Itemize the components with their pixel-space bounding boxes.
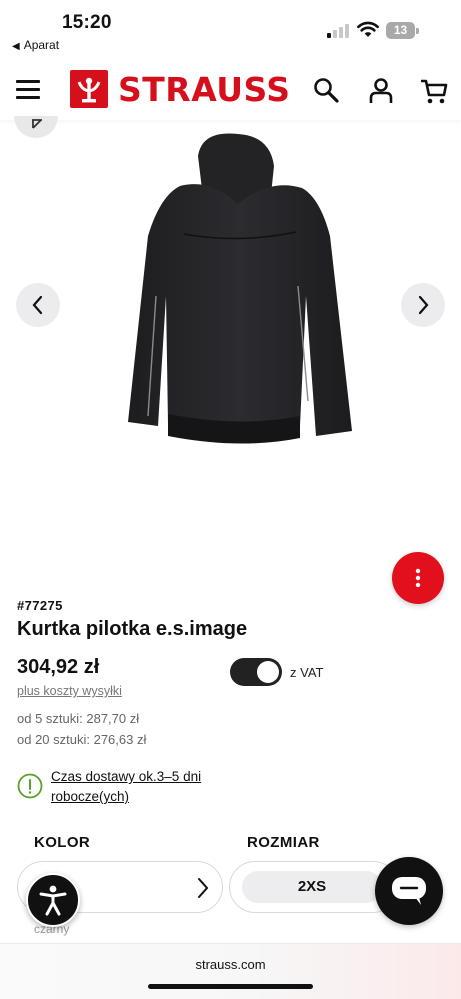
collapse-arrow-icon: [32, 119, 42, 129]
tier-price: od 5 sztuki: 287,70 zł: [17, 711, 140, 726]
cellular-signal-icon: [327, 24, 351, 38]
brand-name: STRAUSS: [118, 69, 291, 109]
accessibility-button[interactable]: [26, 873, 80, 927]
wifi-icon: [357, 21, 379, 37]
gallery-prev-button[interactable]: [16, 283, 60, 327]
chevron-left-icon: [32, 295, 43, 315]
vat-toggle[interactable]: [230, 658, 282, 686]
home-indicator[interactable]: [148, 984, 313, 989]
brand-logo[interactable]: STRAUSS: [70, 69, 291, 109]
product-image: [128, 133, 352, 444]
back-to-app-link[interactable]: ◀ Aparat: [12, 38, 59, 52]
menu-icon[interactable]: [16, 80, 40, 99]
delivery-time-link[interactable]: Czas dostawy ok.3–5 dni robocze(ych): [51, 767, 251, 807]
gallery-next-button[interactable]: [401, 283, 445, 327]
battery-icon: 13: [386, 22, 419, 39]
collapse-gallery-button[interactable]: [14, 116, 58, 138]
chevron-right-icon: [418, 295, 429, 315]
more-options-button[interactable]: [392, 552, 444, 604]
size-select[interactable]: 2XS: [229, 861, 399, 913]
tier-price: od 20 sztuki: 276,63 zł: [17, 732, 147, 747]
cart-icon[interactable]: [419, 76, 449, 106]
site-header: STRAUSS: [0, 58, 461, 120]
selected-size[interactable]: 2XS: [242, 871, 382, 903]
back-app-label: Aparat: [23, 38, 60, 52]
shipping-costs-link[interactable]: plus koszty wysyłki: [17, 684, 122, 698]
back-triangle-icon: ◀: [12, 41, 20, 52]
account-icon[interactable]: [366, 76, 396, 106]
search-icon[interactable]: [311, 76, 341, 106]
status-bar: 15:20 ◀ Aparat 13: [0, 0, 461, 58]
product-sku: #77275: [17, 598, 63, 613]
size-label: ROZMIAR: [247, 834, 320, 851]
delivery-info[interactable]: Czas dostawy ok.3–5 dni robocze(ych): [17, 767, 317, 807]
accessibility-icon: [39, 885, 67, 916]
logo-mark-icon: [70, 70, 108, 108]
color-label: KOLOR: [34, 834, 91, 851]
chat-bubble-icon: [392, 877, 426, 905]
browser-address-bar[interactable]: strauss.com: [0, 943, 461, 999]
vat-toggle-label: z VAT: [290, 665, 324, 680]
product-gallery[interactable]: [0, 116, 461, 550]
product-title: Kurtka pilotka e.s.image: [17, 618, 248, 640]
chat-button[interactable]: [375, 857, 443, 925]
chevron-right-icon: [198, 878, 209, 898]
check-circle-icon: [17, 773, 43, 799]
url-text[interactable]: strauss.com: [0, 957, 461, 972]
vertical-dots-icon: [415, 568, 421, 588]
status-time: 15:20: [62, 12, 112, 33]
product-price: 304,92 zł: [17, 656, 100, 678]
battery-level: 13: [386, 22, 415, 39]
